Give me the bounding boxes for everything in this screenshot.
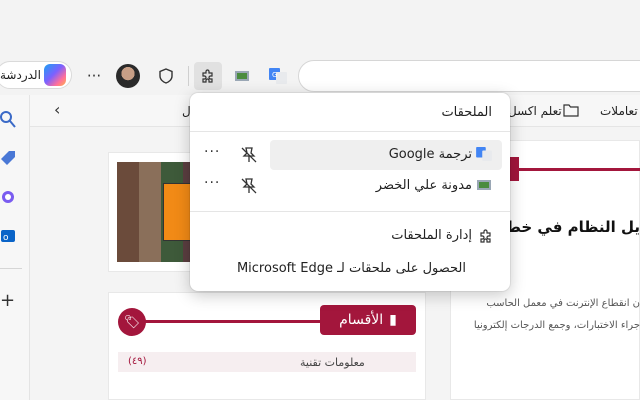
browser-essentials-button[interactable] — [152, 62, 180, 90]
sidebar-divider — [0, 268, 22, 269]
category-row[interactable] — [118, 352, 416, 372]
more-options-button[interactable]: ··· — [80, 62, 108, 90]
get-extensions-item[interactable]: الحصول على ملحقات لـ Microsoft Edge — [230, 255, 500, 281]
category-label: معلومات تقنية — [300, 356, 365, 369]
favorite-excel[interactable]: تعلم اكسل — [508, 104, 562, 118]
browser-window: الدردشة ··· G ‹ ل تعلم اكسل تعاملات o + … — [0, 0, 640, 400]
copilot-sidebar-icon[interactable] — [0, 188, 16, 206]
puzzle-icon — [202, 69, 213, 83]
article-tab-marker — [509, 157, 519, 181]
search-icon[interactable] — [0, 110, 16, 128]
article-accent-line — [519, 168, 640, 171]
pin-icon[interactable] — [240, 177, 258, 195]
puzzle-icon — [480, 229, 491, 243]
copilot-icon — [44, 64, 66, 86]
profile-avatar[interactable] — [116, 64, 140, 88]
svg-text:G: G — [272, 71, 277, 79]
manage-extensions-item[interactable]: إدارة الملحقات — [350, 221, 500, 249]
sections-heading: الأقسام ▮ — [320, 305, 416, 335]
extension-item-blog[interactable]: ··· مدونة علي الخضر — [204, 171, 502, 201]
folder-icon — [563, 104, 579, 117]
category-count: (٤٩) — [128, 356, 147, 367]
chevron-left-icon[interactable]: ‹ — [54, 100, 60, 119]
article-excerpt-line2: جراء الاختبارات، وجمع الدرجات إلكترونيا — [473, 320, 640, 331]
more-icon[interactable]: ··· — [204, 175, 220, 191]
extension-name: ترجمة Google — [388, 147, 472, 162]
pin-icon[interactable] — [240, 146, 258, 164]
address-bar[interactable] — [298, 60, 640, 92]
extensions-button[interactable] — [194, 62, 222, 90]
article-excerpt-line1: ن انقطاع الإنترنت في معمل الحاسب — [486, 298, 640, 309]
blog-extension-button[interactable] — [228, 62, 256, 90]
svg-text:o: o — [3, 233, 9, 243]
sections-label: الأقسام — [339, 312, 384, 328]
sections-accent-line — [140, 320, 320, 323]
extension-item-google-translate[interactable]: ··· ترجمة Google — [204, 140, 502, 170]
add-icon[interactable]: + — [0, 290, 15, 311]
google-translate-icon — [476, 147, 492, 161]
outlook-icon[interactable]: o — [0, 227, 16, 245]
more-icon[interactable]: ··· — [204, 144, 220, 160]
favorite-transactions[interactable]: تعاملات — [600, 104, 638, 118]
shield-icon — [159, 68, 173, 84]
get-extensions-label: الحصول على ملحقات لـ Microsoft Edge — [236, 261, 466, 276]
menu-divider-top — [190, 131, 510, 132]
edge-sidebar — [0, 95, 30, 400]
extensions-menu: الملحقات ··· ترجمة Google ··· مدونة علي … — [190, 93, 510, 291]
blog-icon — [235, 71, 249, 81]
bookmark-icon: ▮ — [389, 312, 397, 328]
google-translate-button[interactable]: G — [264, 62, 292, 90]
google-translate-icon: G — [269, 68, 287, 84]
extensions-menu-title: الملحقات — [441, 105, 492, 120]
toolbar-divider — [188, 66, 189, 86]
menu-divider-bottom — [190, 211, 510, 212]
manage-extensions-label: إدارة الملحقات — [391, 228, 472, 243]
extension-name: مدونة علي الخضر — [375, 178, 472, 193]
copilot-label: الدردشة — [0, 68, 41, 82]
tag-icon: 🏷 — [118, 308, 146, 336]
blog-icon — [477, 180, 491, 190]
shopping-tag-icon[interactable] — [0, 150, 16, 168]
more-icon: ··· — [86, 67, 102, 85]
